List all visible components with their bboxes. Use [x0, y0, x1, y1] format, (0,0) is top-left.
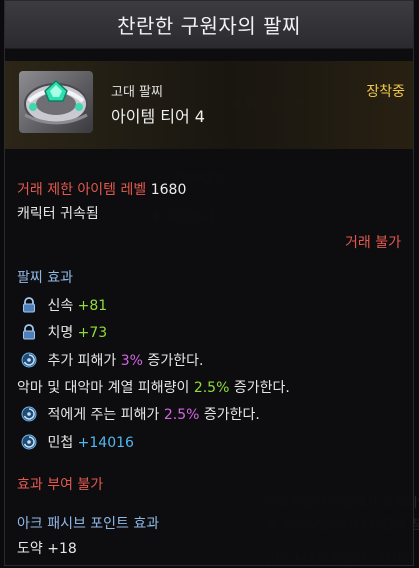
- stat-row: 치명 +73: [17, 322, 107, 342]
- effect-text: 적에게 주는 피해가: [47, 407, 164, 423]
- equipped-status: 장착중: [366, 84, 405, 100]
- effect-line: 악마 및 대악마 계열 피해량이 2.5% 증가한다.: [17, 377, 290, 397]
- effect-percent: 2.5%: [163, 407, 200, 423]
- trade-level-row: 거래 제한 아이템 레벨 1680: [17, 179, 186, 199]
- swirl-icon: [21, 352, 37, 368]
- effect-line: 적에게 주는 피해가 2.5% 증가한다.: [17, 404, 260, 424]
- effect-text: 증가한다.: [229, 380, 290, 396]
- stat-row: 민첩 +14016: [17, 432, 134, 452]
- stat-value: +14016: [77, 435, 134, 451]
- effect-percent: 2.5%: [193, 380, 230, 396]
- effect-text: 증가한다.: [199, 407, 260, 423]
- ark-passive-value: 도약 +18: [17, 541, 77, 557]
- item-name: 찬란한 구원자의 팔찌: [117, 14, 301, 38]
- ark-passive-header: 아크 패시브 포인트 효과: [17, 516, 160, 532]
- item-grade: 고대 팔찌: [111, 85, 163, 100]
- item-tier: 아이템 티어 4: [111, 107, 205, 126]
- swirl-icon: [21, 434, 37, 450]
- stat-row: 신속 +81: [17, 295, 107, 315]
- swirl-icon: [21, 406, 37, 422]
- stat-name: 치명: [47, 325, 74, 341]
- stat-name: 신속: [47, 298, 74, 314]
- bracelet-effect-header: 팔찌 효과: [17, 270, 73, 286]
- effect-text: 추가 피해가: [47, 353, 121, 369]
- stat-name: 민첩: [47, 435, 74, 451]
- effect-text: 악마 및 대악마 계열 피해량이: [17, 380, 194, 396]
- stat-value: +81: [77, 298, 108, 314]
- bound-status: 캐릭터 귀속됨: [17, 206, 99, 222]
- item-header: 고대 팔찌 아이템 티어 4 장착중: [5, 61, 413, 149]
- no-trade-label: 거래 불가: [345, 235, 401, 251]
- effect-line: 추가 피해가 3% 증가한다.: [17, 350, 203, 370]
- tooltip-title-bar: 찬란한 구원자의 팔찌: [5, 1, 413, 49]
- bracelet-icon[interactable]: [19, 71, 93, 133]
- trade-level-value: 1680: [150, 182, 187, 198]
- trade-level-label: 거래 제한 아이템 레벨: [17, 182, 147, 198]
- effect-percent: 3%: [120, 353, 143, 369]
- effect-text: 증가한다.: [142, 353, 204, 369]
- lock-icon: [21, 297, 37, 313]
- lock-icon: [21, 324, 37, 340]
- no-effect-label: 효과 부여 불가: [17, 477, 104, 493]
- stat-value: +73: [77, 325, 108, 341]
- item-tooltip: 찬란한 구원자의 팔찌 고대 팔찌 아이템 티어 4 장착중 거래 제한 아이템…: [4, 0, 414, 566]
